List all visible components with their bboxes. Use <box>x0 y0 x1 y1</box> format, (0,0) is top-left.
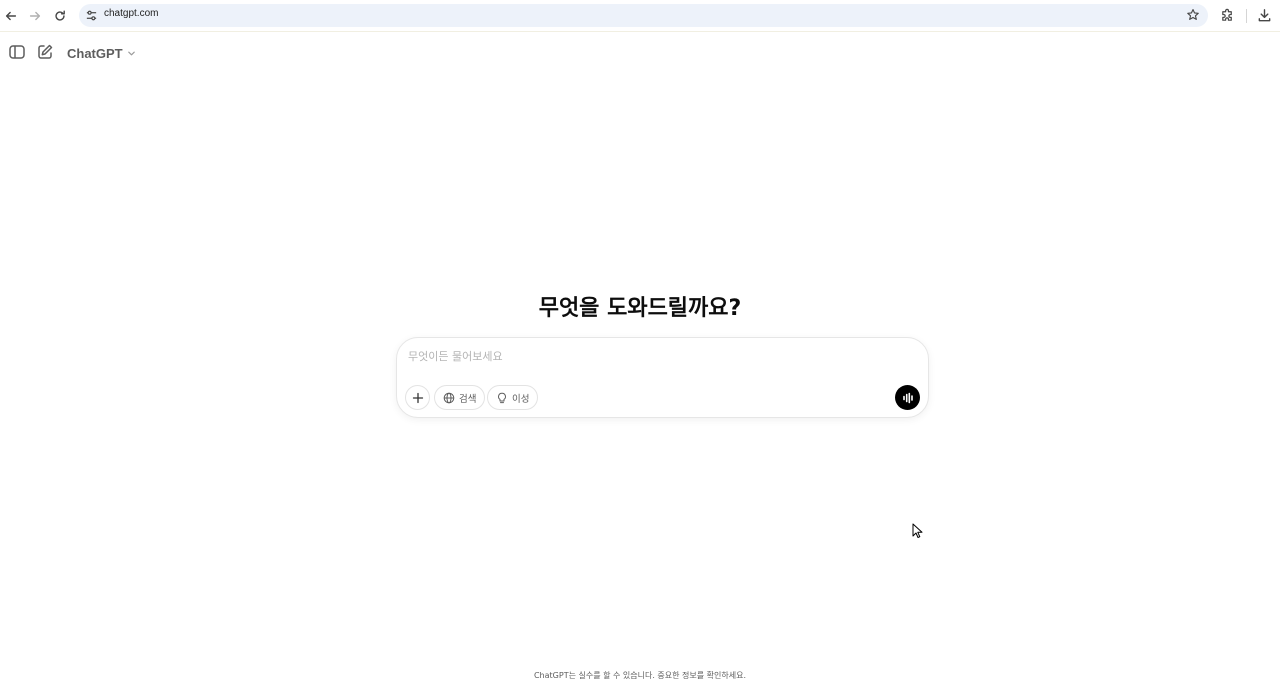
arrow-left-icon <box>5 11 17 21</box>
plus-icon <box>412 392 423 403</box>
voice-mode-button[interactable] <box>895 385 920 410</box>
back-button[interactable] <box>2 7 20 25</box>
chevron-down-icon <box>127 51 135 55</box>
reload-button[interactable] <box>51 7 69 25</box>
page-title: 무엇을 도와드릴까요? <box>538 296 742 321</box>
model-name: ChatGPT <box>67 45 123 61</box>
reason-button[interactable]: 이성 <box>487 385 539 410</box>
prompt-composer[interactable]: 검색 이성 <box>396 337 929 418</box>
reason-button-label: 이성 <box>512 393 530 405</box>
globe-icon <box>443 392 455 403</box>
toolbar-divider <box>1246 9 1247 23</box>
download-icon[interactable] <box>1257 8 1272 23</box>
attach-button[interactable] <box>405 385 430 410</box>
arrow-right-icon <box>29 11 41 21</box>
search-button[interactable]: 검색 <box>434 385 486 410</box>
browser-toolbar: chatgpt.com <box>0 0 1280 32</box>
reload-icon <box>55 10 65 21</box>
url-text[interactable]: chatgpt.com <box>104 8 158 19</box>
search-button-label: 검색 <box>459 393 477 405</box>
puzzle-icon[interactable] <box>1220 8 1235 23</box>
app-header: ChatGPT <box>0 32 1280 72</box>
star-icon[interactable] <box>1186 8 1200 22</box>
forward-button[interactable] <box>26 7 44 25</box>
model-selector[interactable]: ChatGPT <box>67 44 136 62</box>
voice-waveform-icon <box>902 392 913 403</box>
prompt-input[interactable] <box>408 346 888 366</box>
address-bar[interactable]: chatgpt.com <box>79 4 1208 27</box>
sidebar-icon[interactable] <box>8 43 26 61</box>
lightbulb-icon <box>498 392 506 403</box>
disclaimer-text: ChatGPT는 실수를 할 수 있습니다. 중요한 정보를 확인하세요. <box>533 671 747 680</box>
compose-icon[interactable] <box>36 43 54 61</box>
tune-icon[interactable] <box>85 9 98 22</box>
mouse-cursor-icon <box>912 523 923 538</box>
